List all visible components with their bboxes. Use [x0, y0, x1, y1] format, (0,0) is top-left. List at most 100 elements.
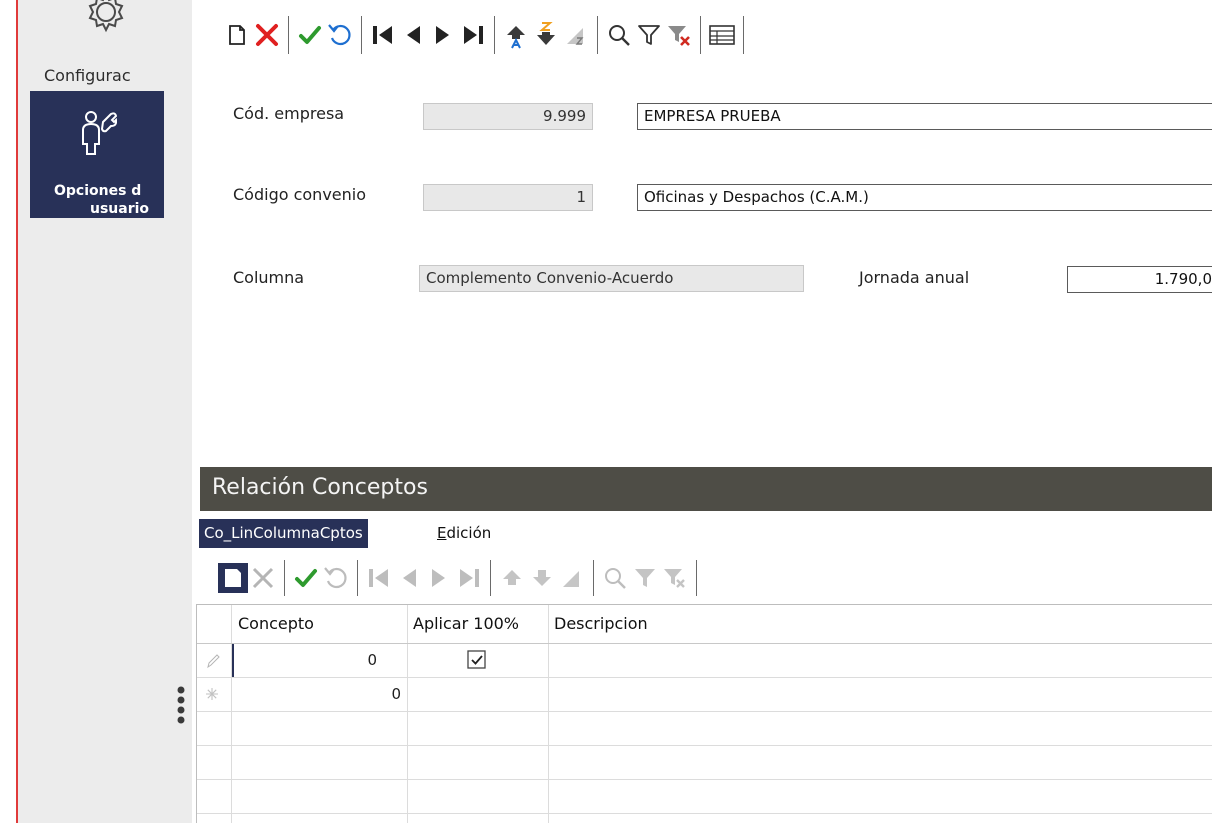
empty-cell	[408, 780, 549, 813]
sidebar-item-label: Opciones d	[54, 183, 142, 199]
table-row-empty	[197, 780, 1212, 814]
section-header: Relación Conceptos	[200, 467, 1212, 511]
empty-cell	[232, 780, 408, 813]
empresa-name-field[interactable]: EMPRESA PRUEBA	[637, 103, 1212, 130]
splitter-grip[interactable]	[176, 685, 186, 725]
table-row[interactable]: 0	[197, 644, 1212, 678]
undo-line-icon[interactable]	[321, 558, 351, 598]
toolbar-separator	[696, 560, 697, 596]
undo-icon[interactable]	[325, 14, 355, 56]
toolbar-separator	[597, 16, 598, 54]
sort-ascending-icon[interactable]	[497, 558, 527, 598]
next-record-icon[interactable]	[428, 14, 458, 56]
first-line-icon[interactable]	[364, 558, 394, 598]
sidebar-item-label: usuario	[90, 201, 150, 217]
user-settings-icon	[82, 111, 117, 155]
search-icon[interactable]	[604, 14, 634, 56]
sort-descending-icon[interactable]	[527, 558, 557, 598]
toolbar-separator	[284, 560, 285, 596]
filter-icon[interactable]	[634, 14, 664, 56]
cell-descripcion[interactable]	[549, 678, 1212, 711]
cell-concepto[interactable]: 0	[232, 644, 408, 677]
empresa-code-field[interactable]: 9.999	[423, 103, 593, 130]
cell-aplicar[interactable]	[408, 644, 549, 677]
tab-co-lincolumnacptos[interactable]: Co_LinColumnaCptos	[199, 519, 368, 548]
menu-label: dición	[446, 524, 492, 542]
sidebar-item-configuracion-label[interactable]: Configurac	[44, 66, 164, 85]
filter-clear-icon[interactable]	[664, 14, 694, 56]
empty-cell	[408, 712, 549, 745]
sort-descending-icon[interactable]	[531, 14, 561, 56]
toolbar-separator	[361, 16, 362, 54]
delete-line-icon[interactable]	[248, 558, 278, 598]
empresa-label: Cód. empresa	[233, 104, 345, 123]
empty-cell	[408, 746, 549, 779]
first-record-icon[interactable]	[368, 14, 398, 56]
last-line-icon[interactable]	[454, 558, 484, 598]
empty-cell	[232, 814, 408, 823]
row-selector-header	[197, 605, 232, 643]
filter-icon[interactable]	[630, 558, 660, 598]
new-line-icon[interactable]	[218, 558, 248, 598]
toolbar-separator	[743, 16, 744, 54]
cell-concepto[interactable]: 0	[232, 678, 408, 711]
accept-line-icon[interactable]	[291, 558, 321, 598]
last-record-icon[interactable]	[458, 14, 488, 56]
new-record-icon[interactable]	[222, 14, 252, 56]
delete-icon[interactable]	[252, 14, 282, 56]
table-row[interactable]: 0	[197, 678, 1212, 712]
columna-label: Columna	[233, 268, 305, 287]
row-selector[interactable]	[197, 644, 232, 677]
empty-cell	[408, 814, 549, 823]
conceptos-grid: Concepto Aplicar 100% Descripcion 0 0	[196, 604, 1212, 823]
pencil-icon	[207, 654, 220, 669]
sort-ascending-icon[interactable]	[501, 14, 531, 56]
gear-icon[interactable]	[82, 0, 130, 38]
sort-clear-icon[interactable]	[561, 14, 591, 56]
columna-field[interactable]: Complemento Convenio-Acuerdo	[419, 265, 804, 292]
toolbar-separator	[593, 560, 594, 596]
convenio-name-field[interactable]: Oficinas y Despachos (C.A.M.)	[637, 184, 1212, 211]
checkbox-checked[interactable]	[467, 650, 487, 670]
grid-view-icon[interactable]	[707, 14, 737, 56]
search-icon[interactable]	[600, 558, 630, 598]
cell-descripcion[interactable]	[549, 644, 1212, 677]
sort-clear-icon[interactable]	[557, 558, 587, 598]
empty-cell	[232, 746, 408, 779]
table-row-empty	[197, 712, 1212, 746]
row-selector	[197, 814, 232, 823]
toolbar-separator	[357, 560, 358, 596]
jornada-field[interactable]: 1.790,0	[1067, 266, 1212, 293]
toolbar-separator	[288, 16, 289, 54]
sidebar-item-opciones-usuario[interactable]: Opciones d usuario	[30, 91, 164, 218]
toolbar-separator	[700, 16, 701, 54]
empty-cell	[549, 712, 1212, 745]
row-selector	[197, 780, 232, 813]
row-selector	[197, 746, 232, 779]
convenio-code-field[interactable]: 1	[423, 184, 593, 211]
column-header-aplicar[interactable]: Aplicar 100%	[408, 605, 549, 643]
empty-cell	[549, 746, 1212, 779]
empty-cell	[232, 712, 408, 745]
previous-record-icon[interactable]	[398, 14, 428, 56]
convenio-label: Código convenio	[233, 185, 367, 204]
toolbar-separator	[490, 560, 491, 596]
accept-icon[interactable]	[295, 14, 325, 56]
detail-toolbar	[218, 556, 703, 600]
next-line-icon[interactable]	[424, 558, 454, 598]
empty-cell	[549, 814, 1212, 823]
new-row-asterisk-icon	[206, 688, 218, 700]
row-selector	[197, 712, 232, 745]
column-header-concepto[interactable]: Concepto	[232, 605, 408, 643]
row-selector[interactable]	[197, 678, 232, 711]
previous-line-icon[interactable]	[394, 558, 424, 598]
table-row-empty	[197, 746, 1212, 780]
filter-clear-icon[interactable]	[660, 558, 690, 598]
empty-cell	[549, 780, 1212, 813]
main-toolbar	[222, 12, 750, 58]
grid-header-row: Concepto Aplicar 100% Descripcion	[197, 605, 1212, 644]
cell-aplicar[interactable]	[408, 678, 549, 711]
menu-edicion[interactable]: Edición	[437, 519, 491, 548]
column-header-descripcion[interactable]: Descripcion	[549, 605, 1212, 643]
toolbar-separator	[494, 16, 495, 54]
